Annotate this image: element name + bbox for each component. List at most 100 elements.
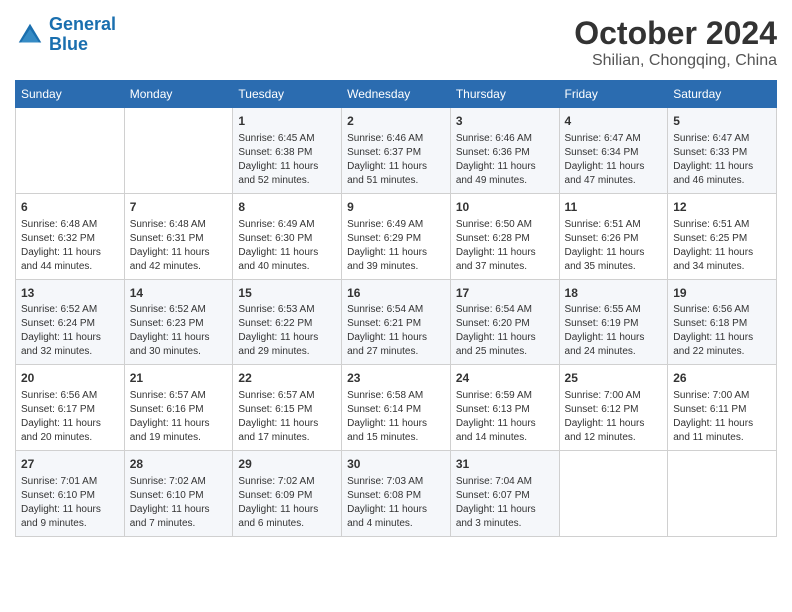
- day-info: Sunrise: 6:54 AMSunset: 6:21 PMDaylight:…: [347, 303, 445, 359]
- day-info: Sunrise: 7:04 AMSunset: 6:07 PMDaylight:…: [456, 475, 554, 531]
- day-number: 7: [130, 199, 228, 216]
- calendar-day-cell: 23 Sunrise: 6:58 AMSunset: 6:14 PMDayligh…: [342, 365, 451, 451]
- logo-icon: [15, 20, 45, 50]
- weekday-header: Tuesday: [233, 81, 342, 108]
- day-info: Sunrise: 7:00 AMSunset: 6:11 PMDaylight:…: [673, 389, 771, 445]
- day-number: 15: [238, 285, 336, 302]
- day-info: Sunrise: 6:51 AMSunset: 6:26 PMDaylight:…: [565, 218, 663, 274]
- calendar-day-cell: 9 Sunrise: 6:49 AMSunset: 6:29 PMDaylight…: [342, 193, 451, 279]
- calendar-day-cell: 2 Sunrise: 6:46 AMSunset: 6:37 PMDaylight…: [342, 108, 451, 194]
- day-number: 1: [238, 113, 336, 130]
- calendar-day-cell: 31Sunrise: 7:04 AMSunset: 6:07 PMDayligh…: [450, 451, 559, 537]
- calendar-day-cell: [124, 108, 233, 194]
- calendar-day-cell: 3Sunrise: 6:46 AMSunset: 6:36 PMDaylight…: [450, 108, 559, 194]
- calendar-day-cell: 25 Sunrise: 7:00 AMSunset: 6:12 PMDayligh…: [559, 365, 668, 451]
- calendar-day-cell: 14Sunrise: 6:52 AMSunset: 6:23 PMDayligh…: [124, 279, 233, 365]
- day-number: 21: [130, 370, 228, 387]
- calendar-day-cell: 22 Sunrise: 6:57 AMSunset: 6:15 PMDayligh…: [233, 365, 342, 451]
- day-info: Sunrise: 6:49 AMSunset: 6:30 PMDaylight:…: [238, 218, 336, 274]
- weekday-header: Wednesday: [342, 81, 451, 108]
- calendar-day-cell: 12Sunrise: 6:51 AMSunset: 6:25 PMDayligh…: [668, 193, 777, 279]
- day-number: 12: [673, 199, 771, 216]
- weekday-header: Monday: [124, 81, 233, 108]
- day-number: 6: [21, 199, 119, 216]
- calendar-week-row: 6 Sunrise: 6:48 AMSunset: 6:32 PMDaylight…: [16, 193, 777, 279]
- day-info: Sunrise: 6:57 AMSunset: 6:16 PMDaylight:…: [130, 389, 228, 445]
- day-number: 24: [456, 370, 554, 387]
- day-number: 26: [673, 370, 771, 387]
- day-info: Sunrise: 7:03 AMSunset: 6:08 PMDaylight:…: [347, 475, 445, 531]
- calendar-day-cell: 10Sunrise: 6:50 AMSunset: 6:28 PMDayligh…: [450, 193, 559, 279]
- calendar-day-cell: 21 Sunrise: 6:57 AMSunset: 6:16 PMDayligh…: [124, 365, 233, 451]
- calendar-day-cell: 27Sunrise: 7:01 AMSunset: 6:10 PMDayligh…: [16, 451, 125, 537]
- day-info: Sunrise: 6:47 AMSunset: 6:33 PMDaylight:…: [673, 132, 771, 188]
- title-block: October 2024 Shilian, Chongqing, China: [574, 15, 777, 70]
- day-number: 25: [565, 370, 663, 387]
- calendar-day-cell: 15Sunrise: 6:53 AMSunset: 6:22 PMDayligh…: [233, 279, 342, 365]
- calendar-week-row: 1 Sunrise: 6:45 AMSunset: 6:38 PMDaylight…: [16, 108, 777, 194]
- calendar-day-cell: 1 Sunrise: 6:45 AMSunset: 6:38 PMDaylight…: [233, 108, 342, 194]
- calendar-day-cell: 24Sunrise: 6:59 AMSunset: 6:13 PMDayligh…: [450, 365, 559, 451]
- calendar-day-cell: 26 Sunrise: 7:00 AMSunset: 6:11 PMDayligh…: [668, 365, 777, 451]
- day-info: Sunrise: 6:57 AMSunset: 6:15 PMDaylight:…: [238, 389, 336, 445]
- day-info: Sunrise: 6:54 AMSunset: 6:20 PMDaylight:…: [456, 303, 554, 359]
- day-info: Sunrise: 6:50 AMSunset: 6:28 PMDaylight:…: [456, 218, 554, 274]
- calendar-day-cell: [559, 451, 668, 537]
- day-info: Sunrise: 6:53 AMSunset: 6:22 PMDaylight:…: [238, 303, 336, 359]
- day-number: 30: [347, 456, 445, 473]
- day-number: 11: [565, 199, 663, 216]
- calendar-day-cell: 6 Sunrise: 6:48 AMSunset: 6:32 PMDaylight…: [16, 193, 125, 279]
- day-number: 14: [130, 285, 228, 302]
- weekday-header: Thursday: [450, 81, 559, 108]
- day-number: 29: [238, 456, 336, 473]
- day-number: 18: [565, 285, 663, 302]
- day-number: 2: [347, 113, 445, 130]
- weekday-header: Friday: [559, 81, 668, 108]
- day-info: Sunrise: 6:49 AMSunset: 6:29 PMDaylight:…: [347, 218, 445, 274]
- calendar-day-cell: 16Sunrise: 6:54 AMSunset: 6:21 PMDayligh…: [342, 279, 451, 365]
- day-number: 5: [673, 113, 771, 130]
- day-info: Sunrise: 7:02 AMSunset: 6:10 PMDaylight:…: [130, 475, 228, 531]
- day-number: 8: [238, 199, 336, 216]
- day-number: 17: [456, 285, 554, 302]
- day-info: Sunrise: 6:48 AMSunset: 6:32 PMDaylight:…: [21, 218, 119, 274]
- day-info: Sunrise: 6:56 AMSunset: 6:18 PMDaylight:…: [673, 303, 771, 359]
- day-info: Sunrise: 7:00 AMSunset: 6:12 PMDaylight:…: [565, 389, 663, 445]
- day-number: 19: [673, 285, 771, 302]
- calendar-day-cell: 28 Sunrise: 7:02 AMSunset: 6:10 PMDayligh…: [124, 451, 233, 537]
- day-info: Sunrise: 6:46 AMSunset: 6:37 PMDaylight:…: [347, 132, 445, 188]
- day-info: Sunrise: 6:58 AMSunset: 6:14 PMDaylight:…: [347, 389, 445, 445]
- day-number: 22: [238, 370, 336, 387]
- calendar-week-row: 27Sunrise: 7:01 AMSunset: 6:10 PMDayligh…: [16, 451, 777, 537]
- day-info: Sunrise: 6:46 AMSunset: 6:36 PMDaylight:…: [456, 132, 554, 188]
- day-info: Sunrise: 6:45 AMSunset: 6:38 PMDaylight:…: [238, 132, 336, 188]
- day-number: 28: [130, 456, 228, 473]
- calendar-day-cell: [668, 451, 777, 537]
- day-info: Sunrise: 6:56 AMSunset: 6:17 PMDaylight:…: [21, 389, 119, 445]
- day-number: 23: [347, 370, 445, 387]
- calendar-header-row: SundayMondayTuesdayWednesdayThursdayFrid…: [16, 81, 777, 108]
- calendar-day-cell: [16, 108, 125, 194]
- day-number: 16: [347, 285, 445, 302]
- calendar-day-cell: 17Sunrise: 6:54 AMSunset: 6:20 PMDayligh…: [450, 279, 559, 365]
- day-number: 20: [21, 370, 119, 387]
- calendar-day-cell: 5 Sunrise: 6:47 AMSunset: 6:33 PMDaylight…: [668, 108, 777, 194]
- page-header: General Blue October 2024 Shilian, Chong…: [15, 15, 777, 70]
- day-number: 13: [21, 285, 119, 302]
- day-info: Sunrise: 6:47 AMSunset: 6:34 PMDaylight:…: [565, 132, 663, 188]
- logo-text: General Blue: [49, 15, 116, 55]
- weekday-header: Sunday: [16, 81, 125, 108]
- location-subtitle: Shilian, Chongqing, China: [574, 52, 777, 70]
- calendar-day-cell: 18Sunrise: 6:55 AMSunset: 6:19 PMDayligh…: [559, 279, 668, 365]
- calendar-day-cell: 8 Sunrise: 6:49 AMSunset: 6:30 PMDaylight…: [233, 193, 342, 279]
- day-info: Sunrise: 6:48 AMSunset: 6:31 PMDaylight:…: [130, 218, 228, 274]
- calendar-day-cell: 30 Sunrise: 7:03 AMSunset: 6:08 PMDayligh…: [342, 451, 451, 537]
- calendar-day-cell: 11 Sunrise: 6:51 AMSunset: 6:26 PMDayligh…: [559, 193, 668, 279]
- calendar-day-cell: 20 Sunrise: 6:56 AMSunset: 6:17 PMDayligh…: [16, 365, 125, 451]
- calendar-day-cell: 7 Sunrise: 6:48 AMSunset: 6:31 PMDaylight…: [124, 193, 233, 279]
- day-number: 9: [347, 199, 445, 216]
- calendar-day-cell: 29Sunrise: 7:02 AMSunset: 6:09 PMDayligh…: [233, 451, 342, 537]
- calendar-week-row: 13Sunrise: 6:52 AMSunset: 6:24 PMDayligh…: [16, 279, 777, 365]
- day-number: 27: [21, 456, 119, 473]
- logo: General Blue: [15, 15, 116, 55]
